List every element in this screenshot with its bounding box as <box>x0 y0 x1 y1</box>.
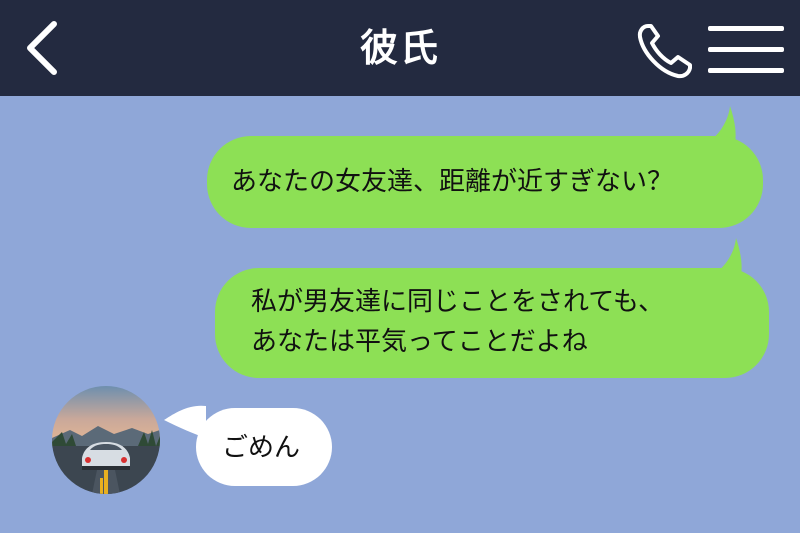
message-text-line: 私が男友達に同じことをされても、 <box>251 287 665 317</box>
hamburger-menu-icon <box>708 26 784 73</box>
message-bubble-outgoing[interactable]: 私が男友達に同じことをされても、 あなたは平気ってことだよね <box>215 268 769 378</box>
message-bubble-incoming[interactable]: ごめん <box>196 408 332 486</box>
message-bubble-outgoing[interactable]: あなたの女友達、距離が近すぎない？ <box>207 136 763 228</box>
contact-avatar[interactable] <box>52 386 160 494</box>
call-button[interactable] <box>634 20 696 82</box>
message-text: ごめん <box>222 433 301 463</box>
menu-button[interactable] <box>708 24 784 76</box>
phone-icon <box>637 24 692 79</box>
chat-header: 彼氏 <box>0 0 800 96</box>
message-text: あなたの女友達、距離が近すぎない？ <box>231 167 674 197</box>
car-photo-avatar-icon <box>52 386 160 494</box>
message-text-line: あなたは平気ってことだよね <box>251 327 588 357</box>
